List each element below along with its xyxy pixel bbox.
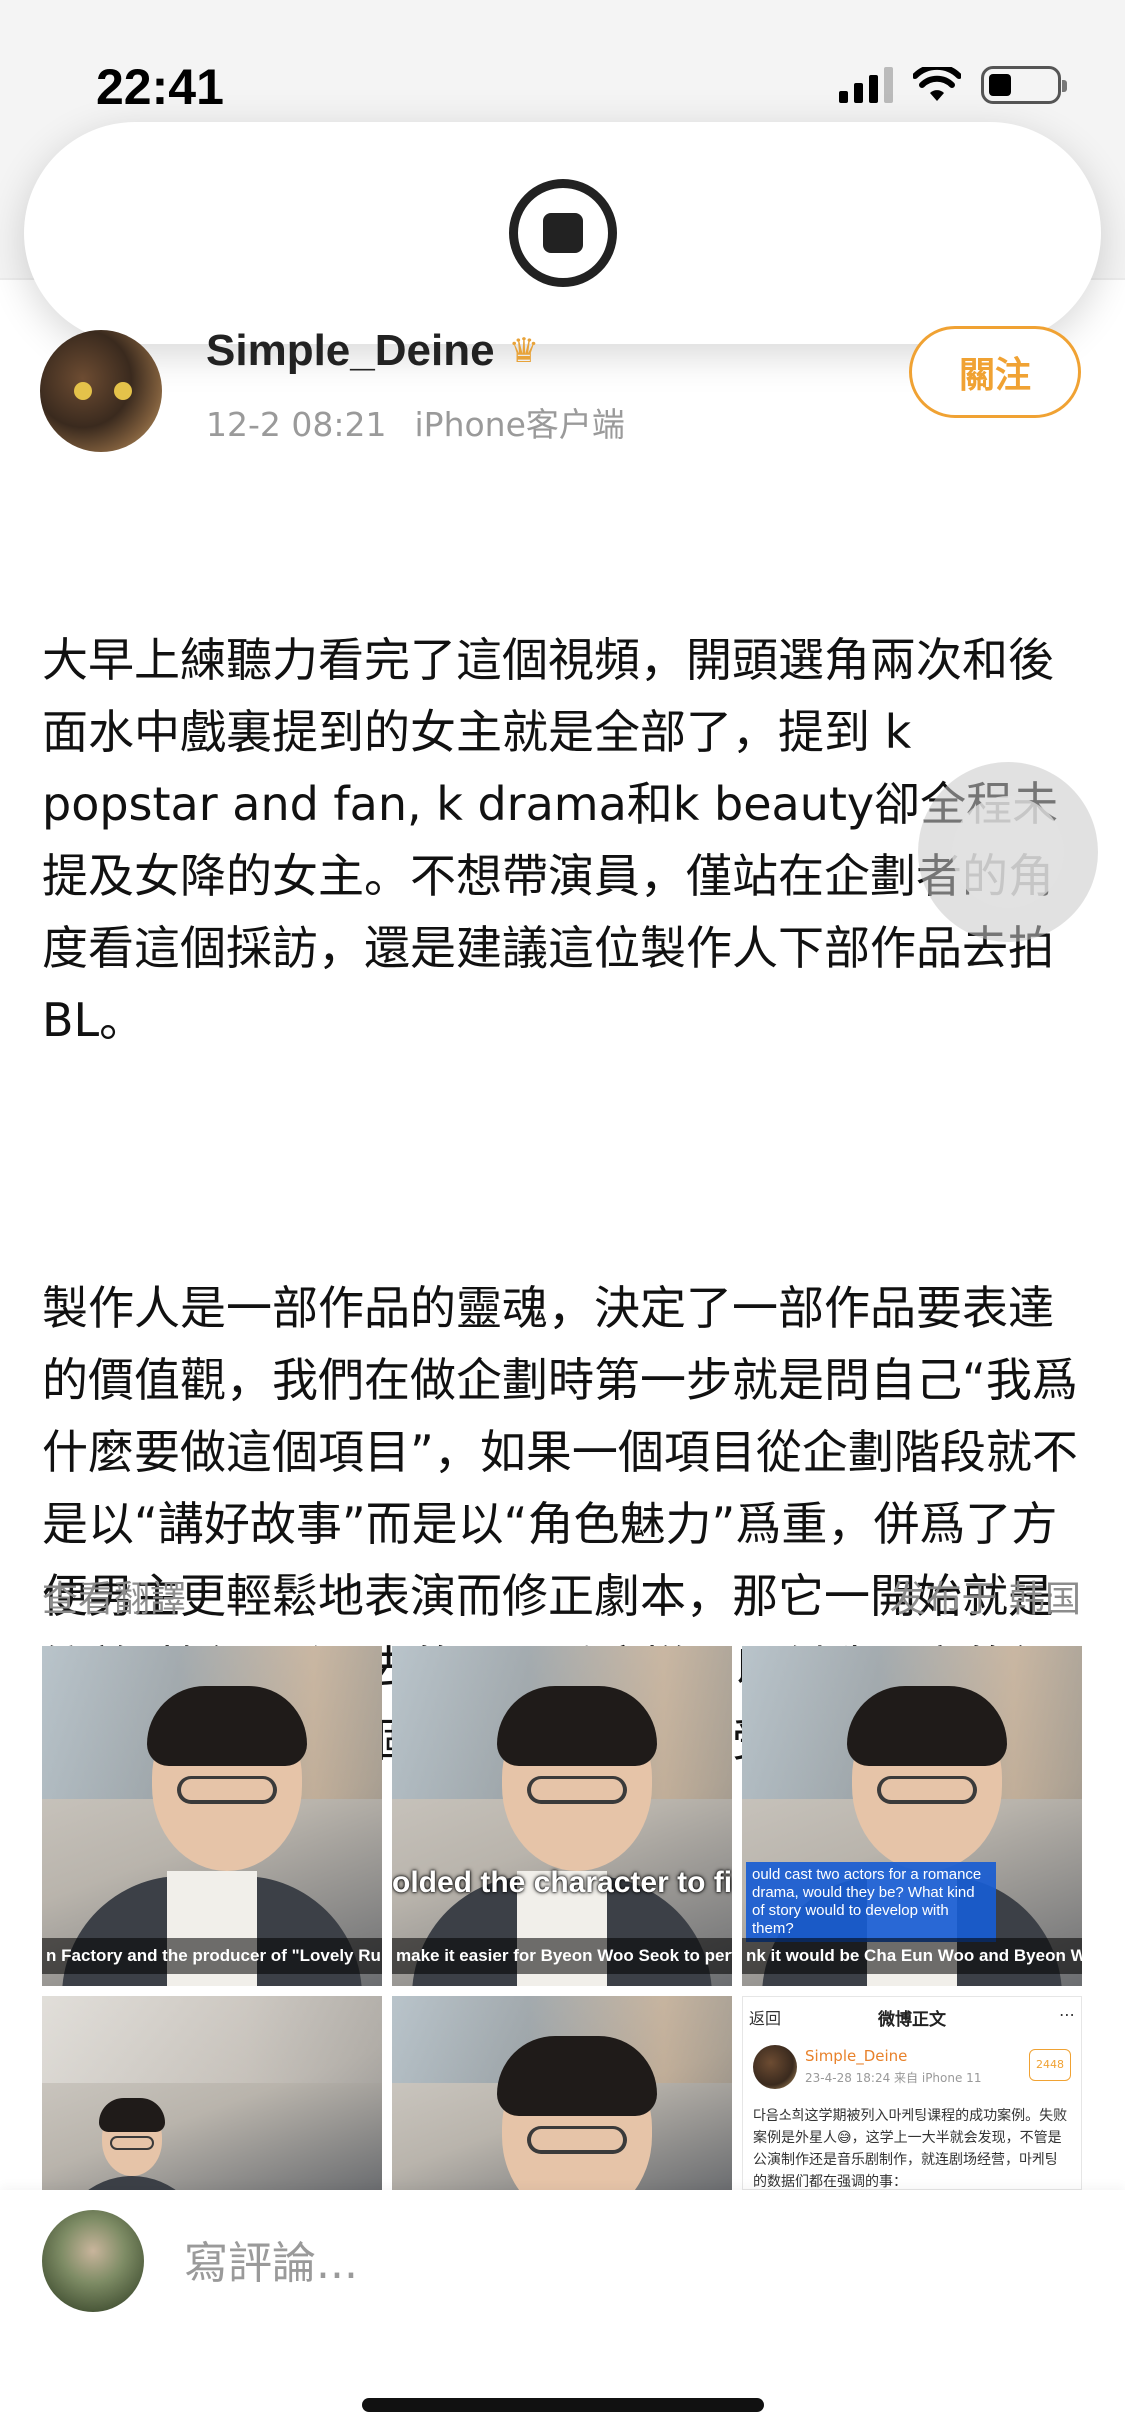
post-image[interactable]: n Factory and the producer of "Lovely Ru… [42,1646,382,1986]
status-icons [839,66,1067,104]
image-figure [99,2098,165,2132]
wifi-icon [913,67,961,101]
post-timestamp: 12-2 08:21 [206,405,387,444]
home-indicator[interactable] [362,2398,764,2412]
assistive-touch-button[interactable] [918,762,1098,942]
crown-icon: ♛ [508,331,540,371]
image-subtitle-large: olded the character to fi [392,1866,732,1899]
post-meta: 12-2 08:21 iPhone客户端 [206,398,625,446]
post-image[interactable]: olded the character to fi make it easier… [392,1646,732,1986]
image-figure [497,2036,657,2116]
view-translation-link[interactable]: 查看翻譯 [42,1570,186,1622]
author-row: Simple_Deine ♛ [206,326,539,376]
screenshot-text: 다음소희这学期被列入마케팅课程的成功案例。失败案例是外星人😅，这学上一大半就会发… [753,2108,1068,2190]
author-name[interactable]: Simple_Deine [206,326,495,376]
follow-button[interactable]: 關注 [909,326,1081,418]
screenshot-avatar [753,2045,797,2089]
image-figure [847,1686,1007,1766]
status-bar: 22:41 [0,0,1125,130]
screen-recording-pill[interactable] [24,122,1101,344]
screenshot-meta: 23-4-28 18:24 来自 iPhone 11 [805,2071,982,2085]
post-source: iPhone客户端 [414,405,625,444]
more-icon: ⋯ [1059,2005,1075,2024]
status-time: 22:41 [96,59,224,115]
avatar-eye-left [74,382,92,400]
battery-icon [981,66,1067,104]
image-quote-box: ould cast two actors for a romance drama… [746,1862,996,1942]
post-location: 发布于 韩国 [889,1579,1081,1620]
user-avatar[interactable] [42,2210,144,2312]
image-subtitle: make it easier for Byeon Woo Seok to per… [392,1938,732,1974]
post-image[interactable] [392,1996,732,2190]
image-subtitle: nk it would be Cha Eun Woo and Byeon Woo… [742,1938,1082,1974]
post-image-screenshot[interactable]: 微博正文 返回 ⋯ Simple_Deine 23-4-28 18:24 来自 … [742,1996,1082,2190]
screenshot-badge: 2448 [1029,2049,1071,2081]
image-figure [877,1776,977,1804]
screenshot-nav: 返回 ⋯ [749,2005,1075,2029]
image-figure [527,2126,627,2154]
image-figure [527,1776,627,1804]
screen-record-stop-icon[interactable] [508,179,617,287]
signal-icon [839,67,893,103]
image-figure [497,1686,657,1766]
post-image[interactable]: ould cast two actors for a romance drama… [742,1646,1082,1986]
image-subtitle: n Factory and the producer of "Lovely Ru… [42,1938,382,1974]
comment-input[interactable] [184,2228,884,2298]
stop-square-icon [542,213,583,253]
avatar-eye-right [114,382,132,400]
image-figure [110,2136,154,2150]
image-figure [57,2176,207,2190]
image-background [42,1996,382,2084]
author-avatar[interactable] [40,330,162,452]
screenshot-author: Simple_Deine [805,2047,908,2065]
post-image[interactable] [42,1996,382,2190]
image-figure [147,1686,307,1766]
screenshot-back-label: 返回 [749,2009,782,2028]
image-figure [177,1776,277,1804]
